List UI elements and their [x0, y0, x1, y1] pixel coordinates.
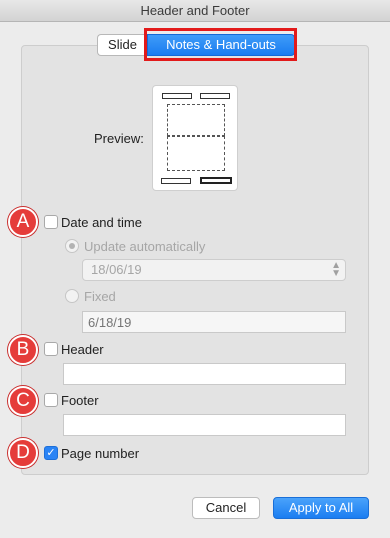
preview-label: Preview: — [94, 131, 144, 146]
header-label: Header — [61, 342, 104, 357]
update-automatically-radio[interactable] — [65, 239, 79, 253]
preview-header-right — [200, 93, 230, 99]
tab-slide[interactable]: Slide — [97, 34, 147, 56]
preview-footer-left — [161, 178, 191, 184]
preview-page-number — [200, 177, 232, 184]
fixed-label: Fixed — [84, 289, 116, 304]
footer-label: Footer — [61, 393, 99, 408]
preview-header-left — [162, 93, 192, 99]
footer-checkbox[interactable] — [44, 393, 58, 407]
date-format-select[interactable]: 18/06/19 ▲ ▼ — [82, 259, 346, 281]
update-automatically-label: Update automatically — [84, 239, 206, 254]
chevron-updown-icon: ▲ ▼ — [331, 260, 341, 279]
badge-c: C — [8, 386, 38, 416]
page-number-checkbox[interactable]: ✓ — [44, 446, 58, 460]
header-input[interactable] — [63, 363, 346, 385]
footer-input[interactable] — [63, 414, 346, 436]
date-format-value: 18/06/19 — [91, 262, 142, 277]
window-title: Header and Footer — [0, 0, 390, 22]
preview-thumbnail — [152, 85, 238, 191]
date-time-checkbox[interactable] — [44, 215, 58, 229]
badge-a: A — [8, 207, 38, 237]
header-checkbox[interactable] — [44, 342, 58, 356]
tab-highlight-box — [144, 28, 297, 61]
apply-to-all-button[interactable]: Apply to All — [273, 497, 369, 519]
checkmark-icon: ✓ — [46, 447, 56, 459]
date-time-label: Date and time — [61, 215, 142, 230]
page-number-label: Page number — [61, 446, 140, 461]
badge-b: B — [8, 335, 38, 365]
fixed-radio[interactable] — [65, 289, 79, 303]
fixed-date-input[interactable] — [82, 311, 346, 333]
badge-d: D — [8, 438, 38, 468]
preview-notes-area — [167, 136, 225, 171]
preview-slide-area — [167, 104, 225, 136]
cancel-button[interactable]: Cancel — [192, 497, 260, 519]
